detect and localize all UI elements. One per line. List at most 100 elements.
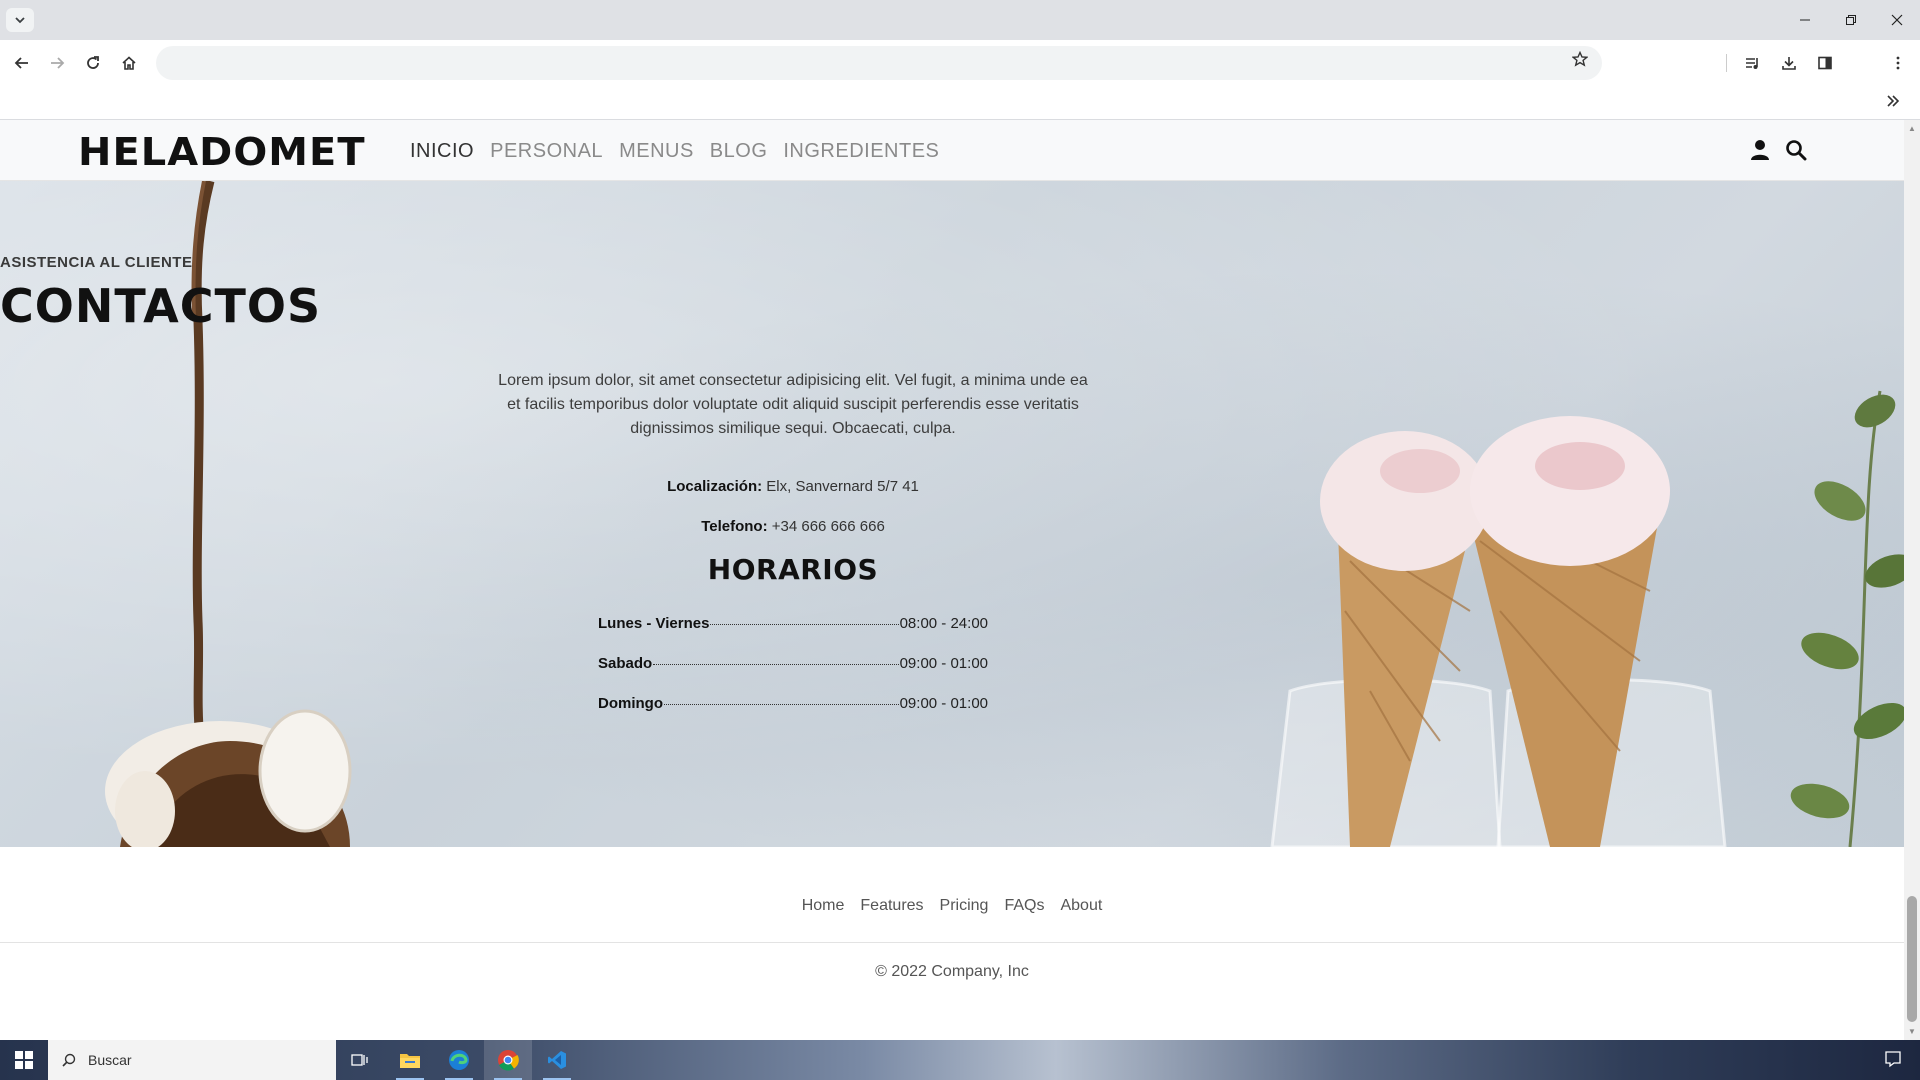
footer-nav: Home Features Pricing FAQs About	[0, 897, 1904, 915]
minimize-icon	[1800, 19, 1810, 21]
page-scrollbar[interactable]: ▲ ▼	[1904, 120, 1920, 1040]
notifications-button[interactable]	[1884, 1050, 1902, 1073]
window-controls	[1782, 0, 1920, 40]
hours-row: Lunes - Viernes 08:00 - 24:00	[598, 615, 988, 632]
back-button[interactable]	[8, 49, 36, 77]
search-icon	[62, 1053, 76, 1067]
taskbar-search-label: Buscar	[88, 1052, 132, 1068]
close-window-button[interactable]	[1874, 0, 1920, 40]
site-header: HELADOMET INICIO PERSONAL MENUS BLOG ING…	[0, 120, 1904, 181]
location-value: Elx, Sanvernard 5/7 41	[766, 478, 919, 495]
reload-icon	[87, 56, 99, 69]
task-view-button[interactable]	[336, 1040, 384, 1080]
footer-link-features[interactable]: Features	[860, 897, 923, 915]
site-logo[interactable]: HELADOMET	[78, 130, 366, 174]
browser-toolbar	[0, 40, 1920, 86]
footer-link-home[interactable]: Home	[802, 897, 845, 915]
close-icon	[1891, 14, 1903, 26]
file-explorer-button[interactable]	[386, 1040, 434, 1080]
contact-section: ASISTENCIA AL CLIENTE CONTACTOS Lorem ip…	[0, 181, 1904, 847]
windows-icon	[15, 1051, 33, 1069]
dotted-leader	[664, 704, 899, 705]
vscode-icon	[548, 1051, 566, 1069]
edge-browser-button[interactable]	[435, 1040, 483, 1080]
restore-icon	[1846, 15, 1856, 25]
downloads-button[interactable]	[1775, 49, 1803, 77]
taskbar: Buscar	[0, 1040, 1920, 1080]
phone-line: Telefono: +34 666 666 666	[0, 518, 1586, 535]
chrome-browser-button[interactable]	[484, 1040, 532, 1080]
hours-time: 08:00 - 24:00	[899, 615, 988, 632]
scroll-up-icon[interactable]: ▲	[1908, 124, 1916, 133]
footer-divider	[0, 942, 1904, 943]
vscode-button[interactable]	[533, 1040, 581, 1080]
bookmark-star-icon[interactable]	[1571, 50, 1589, 72]
reload-button[interactable]	[79, 49, 107, 77]
start-button[interactable]	[0, 1040, 48, 1080]
hours-day: Sabado	[598, 655, 653, 672]
nav-item-inicio[interactable]: INICIO	[410, 140, 474, 163]
arrow-left-icon	[14, 57, 28, 69]
arrow-right-icon	[51, 57, 65, 69]
restore-button[interactable]	[1828, 0, 1874, 40]
nav-item-blog[interactable]: BLOG	[710, 140, 768, 163]
phone-label: Telefono:	[701, 518, 768, 535]
address-bar[interactable]	[156, 46, 1602, 80]
dotted-leader	[710, 624, 899, 625]
ice-cream-cones-image	[1270, 416, 1727, 847]
playlist-icon	[1746, 58, 1758, 69]
address-input[interactable]	[174, 53, 1534, 73]
task-view-icon	[351, 1054, 368, 1066]
hours-time: 09:00 - 01:00	[899, 695, 988, 712]
toolbar-separator	[1726, 54, 1727, 72]
edge-icon	[449, 1050, 469, 1070]
page-viewport: HELADOMET INICIO PERSONAL MENUS BLOG ING…	[0, 120, 1904, 1040]
chevron-double-right-icon[interactable]	[1886, 92, 1900, 113]
location-label: Localización:	[667, 478, 763, 495]
forward-button[interactable]	[43, 49, 71, 77]
scroll-down-icon[interactable]: ▼	[1908, 1027, 1916, 1036]
folder-icon	[400, 1054, 420, 1068]
scroll-thumb[interactable]	[1907, 896, 1917, 1022]
search-icon[interactable]	[1784, 137, 1808, 163]
side-panel-icon	[1818, 56, 1832, 70]
location-line: Localización: Elx, Sanvernard 5/7 41	[0, 478, 1586, 495]
side-panel-button[interactable]	[1811, 49, 1839, 77]
hours-row: Sabado 09:00 - 01:00	[598, 655, 988, 672]
plant-leaves-image	[1790, 390, 1904, 847]
home-icon	[122, 56, 136, 70]
browser-menu-button[interactable]	[1884, 49, 1912, 77]
notification-icon	[1885, 1051, 1901, 1068]
home-button[interactable]	[115, 49, 143, 77]
hours-day: Lunes - Viernes	[598, 615, 710, 632]
main-nav: INICIO PERSONAL MENUS BLOG INGREDIENTES	[410, 140, 939, 163]
hours-time: 09:00 - 01:00	[899, 655, 988, 672]
hours-day: Domingo	[598, 695, 663, 712]
hours-title: HORARIOS	[707, 553, 879, 586]
footer-link-about[interactable]: About	[1060, 897, 1102, 915]
bookmarks-bar	[0, 86, 1920, 120]
media-control-button[interactable]	[1739, 49, 1767, 77]
minimize-button[interactable]	[1782, 0, 1828, 40]
nav-item-menus[interactable]: MENUS	[619, 140, 694, 163]
section-eyebrow: ASISTENCIA AL CLIENTE	[0, 254, 193, 271]
section-description: Lorem ipsum dolor, sit amet consectetur …	[498, 372, 1088, 437]
more-vertical-icon	[1896, 56, 1900, 70]
copyright-text: © 2022 Company, Inc	[875, 963, 1029, 980]
download-icon	[1782, 57, 1796, 70]
nav-item-personal[interactable]: PERSONAL	[490, 140, 603, 163]
footer-link-faqs[interactable]: FAQs	[1004, 897, 1044, 915]
dotted-leader	[653, 664, 899, 665]
user-icon[interactable]	[1748, 137, 1772, 163]
chevron-down-icon	[15, 17, 25, 24]
nav-item-ingredientes[interactable]: INGREDIENTES	[783, 140, 939, 163]
taskbar-search[interactable]: Buscar	[48, 1040, 336, 1080]
section-title: CONTACTOS	[0, 279, 322, 333]
chrome-icon	[498, 1050, 519, 1071]
browser-tabstrip	[0, 0, 1920, 40]
footer-link-pricing[interactable]: Pricing	[940, 897, 989, 915]
tab-search-button[interactable]	[6, 8, 34, 32]
phone-value[interactable]: +34 666 666 666	[772, 518, 885, 535]
header-actions	[1748, 137, 1808, 163]
hours-row: Domingo 09:00 - 01:00	[598, 695, 988, 712]
